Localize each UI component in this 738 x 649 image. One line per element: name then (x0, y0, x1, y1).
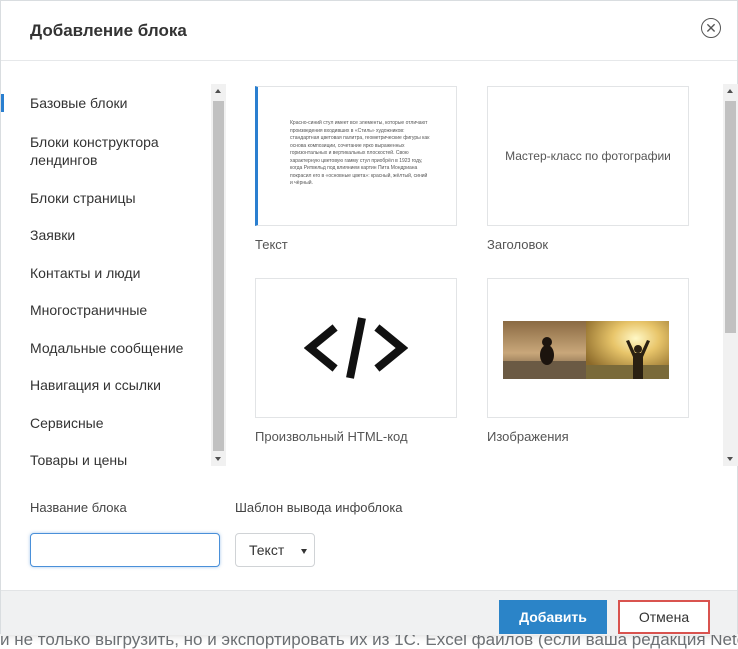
category-list: Базовые блоки Блоки конструктора лендинг… (1, 84, 211, 469)
page: и не только выгрузить, но и экспортирова… (0, 0, 738, 649)
sidebar-item-basic-blocks[interactable]: Базовые блоки (1, 94, 211, 112)
block-card-html[interactable]: Произвольный HTML-код (255, 278, 457, 444)
block-preview-html (255, 278, 457, 418)
preview-heading-content: Мастер-класс по фотографии (505, 149, 671, 163)
sidebar-item-page-blocks[interactable]: Блоки страницы (1, 189, 211, 207)
sidebar-item-requests[interactable]: Заявки (1, 226, 211, 244)
add-button[interactable]: Добавить (499, 600, 607, 634)
block-name-label: Название блока (30, 500, 127, 515)
block-card-heading[interactable]: Мастер-класс по фотографии Заголовок (487, 86, 689, 252)
cancel-button[interactable]: Отмена (618, 600, 710, 634)
sidebar-item-products[interactable]: Товары и цены (1, 451, 211, 469)
dialog-header: Добавление блока ✕ (1, 1, 737, 61)
block-label-html: Произвольный HTML-код (255, 429, 408, 444)
scroll-down-icon[interactable] (727, 457, 733, 461)
close-button[interactable]: ✕ (701, 18, 721, 38)
code-icon (256, 279, 456, 417)
dialog-title: Добавление блока (30, 20, 187, 40)
block-name-input[interactable] (30, 533, 220, 567)
sidebar-scroll-thumb[interactable] (213, 101, 224, 451)
sidebar-item-landing-blocks[interactable]: Блоки конструктора лендингов (1, 133, 201, 169)
scroll-down-icon[interactable] (215, 457, 221, 461)
sidebar-item-navigation[interactable]: Навигация и ссылки (1, 376, 211, 394)
block-card-text[interactable]: Красно-синий стул имеет все элементы, ко… (255, 86, 457, 252)
scroll-up-icon[interactable] (215, 89, 221, 93)
sidebar-scrollbar[interactable] (211, 84, 226, 466)
block-preview-images (487, 278, 689, 418)
preview-text-content: Красно-синий стул имеет все элементы, ко… (290, 120, 430, 186)
sidebar-item-multipage[interactable]: Многостраничные (1, 301, 211, 319)
block-preview-heading: Мастер-класс по фотографии (487, 86, 689, 226)
block-label-images: Изображения (487, 429, 569, 444)
template-label: Шаблон вывода инфоблока (235, 500, 403, 515)
sidebar-item-modal[interactable]: Модальные сообщение (1, 339, 211, 357)
block-preview-text: Красно-синий стул имеет все элементы, ко… (255, 86, 457, 226)
close-icon: ✕ (705, 19, 717, 36)
chevron-down-icon (301, 549, 307, 554)
images-icon (503, 321, 669, 379)
block-grid: Красно-синий стул имеет все элементы, ко… (241, 84, 738, 466)
scroll-up-icon[interactable] (727, 89, 733, 93)
sidebar-item-contacts[interactable]: Контакты и люди (1, 264, 211, 282)
grid-scroll-thumb[interactable] (725, 101, 736, 333)
block-label-heading: Заголовок (487, 237, 549, 252)
add-block-dialog: Добавление блока ✕ Базовые блоки Блоки к… (0, 0, 738, 635)
block-card-images[interactable]: Изображения (487, 278, 689, 444)
grid-scrollbar[interactable] (723, 84, 738, 466)
template-select-value: Текст (249, 542, 285, 558)
sidebar-item-service[interactable]: Сервисные (1, 414, 211, 432)
template-select[interactable]: Текст (235, 533, 315, 567)
block-label-text: Текст (255, 237, 288, 252)
category-sidebar: Базовые блоки Блоки конструктора лендинг… (1, 84, 226, 469)
